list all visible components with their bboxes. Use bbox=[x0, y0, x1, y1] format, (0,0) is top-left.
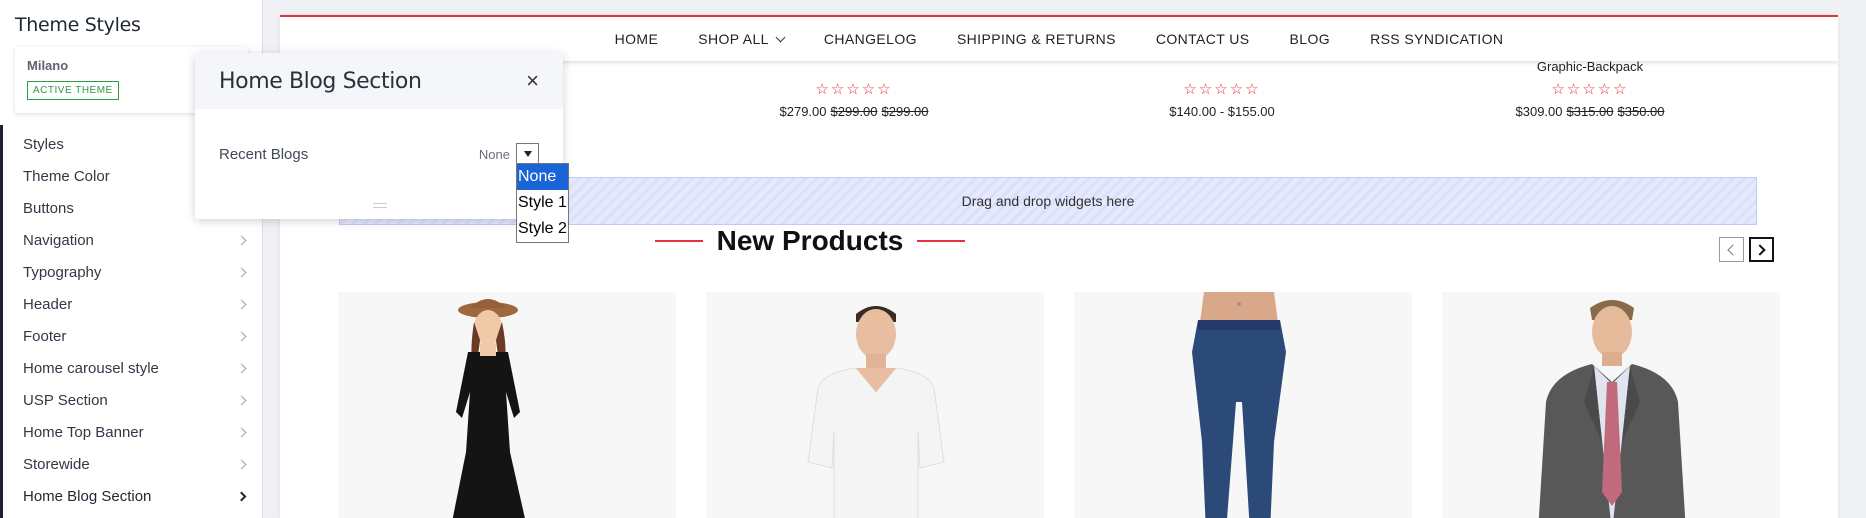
carousel-prev-button[interactable] bbox=[1719, 237, 1744, 262]
sidebar-item-label: Styles bbox=[23, 135, 64, 153]
close-icon[interactable]: × bbox=[526, 70, 539, 92]
sidebar-item-label: Home carousel style bbox=[23, 359, 159, 377]
sidebar-item-header[interactable]: Header bbox=[0, 288, 263, 320]
sidebar-item-label: Navigation bbox=[23, 231, 94, 249]
chevron-right-icon bbox=[236, 299, 247, 309]
sidebar-item-label: Buttons bbox=[23, 199, 74, 217]
sidebar-item-label: Theme Color bbox=[23, 167, 110, 185]
nav-link-shipping-returns[interactable]: SHIPPING & RETURNS bbox=[957, 31, 1116, 47]
product-name[interactable] bbox=[1052, 59, 1392, 75]
section-heading: New Products bbox=[560, 225, 1060, 257]
nav-link-label: SHOP ALL bbox=[698, 31, 769, 47]
chevron-right-icon bbox=[236, 491, 247, 501]
chevron-down-icon bbox=[775, 32, 786, 42]
product-card-jeans[interactable] bbox=[1074, 292, 1412, 518]
sidebar-item-navigation[interactable]: Navigation bbox=[0, 224, 263, 256]
sidebar-item-typography[interactable]: Typography bbox=[0, 256, 263, 288]
sidebar-title: Theme Styles bbox=[15, 14, 141, 36]
product-card-tshirt[interactable] bbox=[706, 292, 1044, 518]
product-image-jeans bbox=[1192, 292, 1286, 518]
chevron-right-icon bbox=[236, 459, 247, 469]
nav-link-blog[interactable]: BLOG bbox=[1290, 31, 1331, 47]
recent-blogs-field: Recent Blogs None bbox=[219, 143, 539, 165]
nav-link-shop-all[interactable]: SHOP ALL bbox=[698, 31, 786, 47]
product-price: $140.00 - $155.00 bbox=[1169, 104, 1275, 119]
caret-down-icon bbox=[523, 151, 532, 157]
home-blog-section-panel: Home Blog Section × Recent Blogs None bbox=[195, 53, 563, 219]
sidebar-item-label: USP Section bbox=[23, 391, 108, 409]
dropzone-text: Drag and drop widgets here bbox=[961, 193, 1135, 209]
product-price: $309.00 $315.00 $350.00 bbox=[1515, 104, 1665, 119]
product-image-suit bbox=[1538, 300, 1686, 518]
product-info: ☆☆☆☆☆ $279.00 $299.00 $299.00 bbox=[684, 59, 1024, 119]
recent-blogs-label: Recent Blogs bbox=[219, 145, 309, 163]
nav-link-contact-us[interactable]: CONTACT US bbox=[1156, 31, 1250, 47]
chevron-right-icon bbox=[236, 235, 247, 245]
sidebar-item-footer[interactable]: Footer bbox=[0, 320, 263, 352]
rating-stars: ☆☆☆☆☆ bbox=[815, 81, 893, 98]
sidebar-item-label: Header bbox=[23, 295, 73, 313]
chevron-right-icon bbox=[236, 395, 247, 405]
dropdown-option-style-1[interactable]: Style 1 bbox=[517, 190, 568, 216]
chevron-right-icon bbox=[236, 363, 247, 373]
product-card-suit[interactable] bbox=[1442, 292, 1780, 518]
recent-blogs-select[interactable]: None bbox=[479, 143, 539, 165]
heading-line bbox=[654, 240, 703, 242]
product-name[interactable]: Graphic-Backpack bbox=[1420, 59, 1760, 75]
recent-blogs-dropdown-list: None Style 1 Style 2 bbox=[516, 163, 569, 243]
dropdown-toggle-button[interactable] bbox=[516, 143, 539, 165]
heading-line bbox=[917, 240, 966, 242]
sidebar-item-label: Home Blog Section bbox=[23, 487, 152, 505]
sidebar-item-home-top-banner[interactable]: Home Top Banner bbox=[0, 416, 263, 448]
sidebar-item-label: Typography bbox=[23, 263, 102, 281]
nav-link-label: CHANGELOG bbox=[823, 31, 917, 47]
rating-stars: ☆☆☆☆☆ bbox=[1551, 81, 1629, 98]
select-current-value: None bbox=[478, 146, 510, 162]
nav-link-label: HOME bbox=[614, 31, 659, 47]
sidebar-item-home-blog-section[interactable]: Home Blog Section bbox=[0, 480, 263, 512]
active-theme-badge: ACTIVE THEME bbox=[27, 81, 119, 100]
nav-link-changelog[interactable]: CHANGELOG bbox=[824, 31, 917, 47]
product-info: ☆☆☆☆☆ $140.00 - $155.00 bbox=[1052, 59, 1392, 119]
panel-title: Home Blog Section bbox=[219, 68, 422, 94]
nav-link-rss-syndication[interactable]: RSS SYNDICATION bbox=[1370, 31, 1503, 47]
product-image-dress bbox=[452, 299, 525, 518]
chevron-right-icon bbox=[236, 331, 247, 341]
product-card-dress[interactable] bbox=[338, 292, 676, 518]
rating-stars: ☆☆☆☆☆ bbox=[1183, 81, 1261, 98]
panel-header: Home Blog Section × bbox=[195, 53, 563, 109]
sidebar-item-label: Home Top Banner bbox=[23, 423, 144, 441]
sidebar-item-label: Storewide bbox=[23, 455, 90, 473]
carousel-next-button[interactable] bbox=[1749, 237, 1774, 262]
chevron-right-icon bbox=[236, 267, 247, 277]
sidebar-item-storewide[interactable]: Storewide bbox=[0, 448, 263, 480]
dropdown-option-style-2[interactable]: Style 2 bbox=[517, 216, 568, 242]
chevron-right-icon bbox=[1754, 243, 1766, 256]
product-price: $279.00 $299.00 $299.00 bbox=[779, 104, 929, 119]
sidebar-item-home-carousel-style[interactable]: Home carousel style bbox=[0, 352, 263, 384]
product-name[interactable] bbox=[684, 59, 1024, 75]
nav-link-label: BLOG bbox=[1289, 31, 1331, 47]
section-title: New Products bbox=[716, 225, 904, 256]
theme-name: Milano bbox=[27, 58, 69, 73]
nav-link-label: RSS SYNDICATION bbox=[1370, 31, 1504, 47]
nav-link-label: SHIPPING & RETURNS bbox=[956, 31, 1116, 47]
nav-link-home[interactable]: HOME bbox=[615, 31, 659, 47]
product-info: Graphic-Backpack ☆☆☆☆☆ $309.00 $315.00 $35… bbox=[1420, 59, 1760, 119]
sidebar-item-usp-section[interactable]: USP Section bbox=[0, 384, 263, 416]
nav-link-label: CONTACT US bbox=[1155, 31, 1250, 47]
drag-handle-icon[interactable] bbox=[373, 203, 387, 208]
chevron-right-icon bbox=[236, 427, 247, 437]
chevron-left-icon bbox=[1727, 243, 1739, 256]
sidebar-item-label: Footer bbox=[23, 327, 67, 345]
dropdown-option-none[interactable]: None bbox=[517, 164, 568, 190]
product-image-tshirt bbox=[807, 306, 945, 518]
